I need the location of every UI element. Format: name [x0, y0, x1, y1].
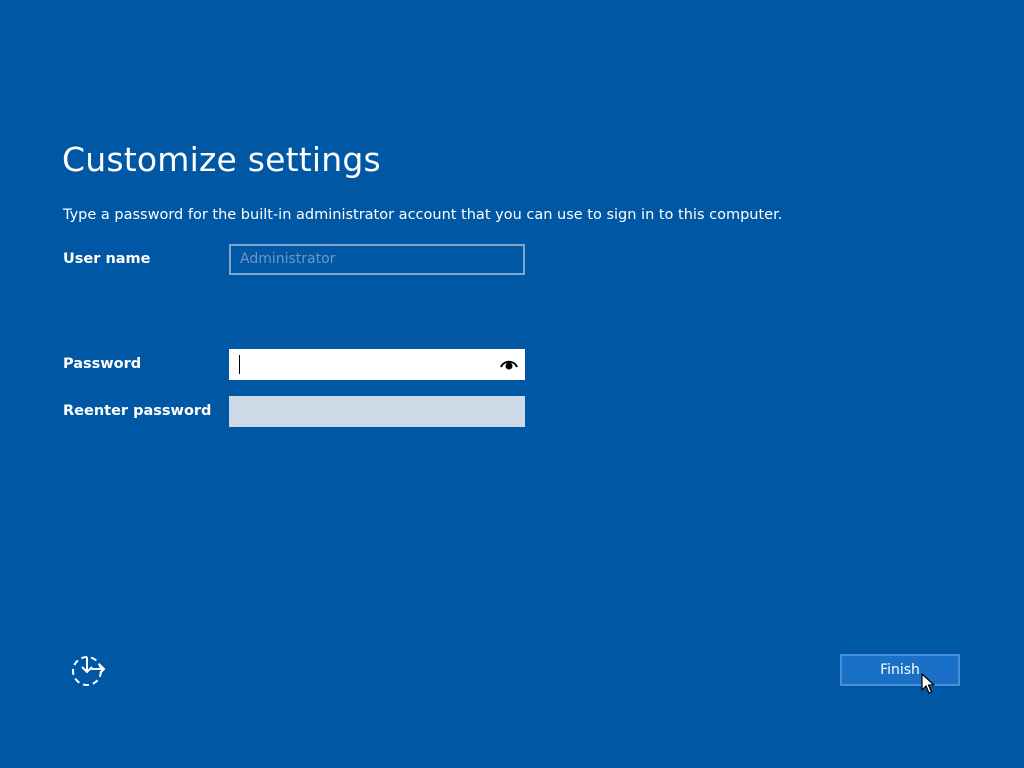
mouse-pointer-icon [921, 673, 935, 694]
password-label: Password [63, 356, 142, 372]
reenter-password-label: Reenter password [63, 403, 212, 419]
ease-of-access-icon [72, 656, 106, 686]
username-field: Administrator [229, 244, 525, 275]
page-title: Customize settings [62, 140, 381, 179]
username-label: User name [63, 251, 151, 267]
instructions-text: Type a password for the built-in adminis… [63, 207, 783, 223]
reenter-password-field[interactable] [229, 396, 525, 427]
reveal-password-button[interactable] [499, 354, 519, 374]
password-field[interactable] [229, 349, 525, 380]
finish-button[interactable]: Finish [840, 654, 960, 686]
text-caret [239, 355, 240, 374]
eye-icon [500, 360, 518, 370]
ease-of-access-button[interactable] [69, 653, 107, 689]
